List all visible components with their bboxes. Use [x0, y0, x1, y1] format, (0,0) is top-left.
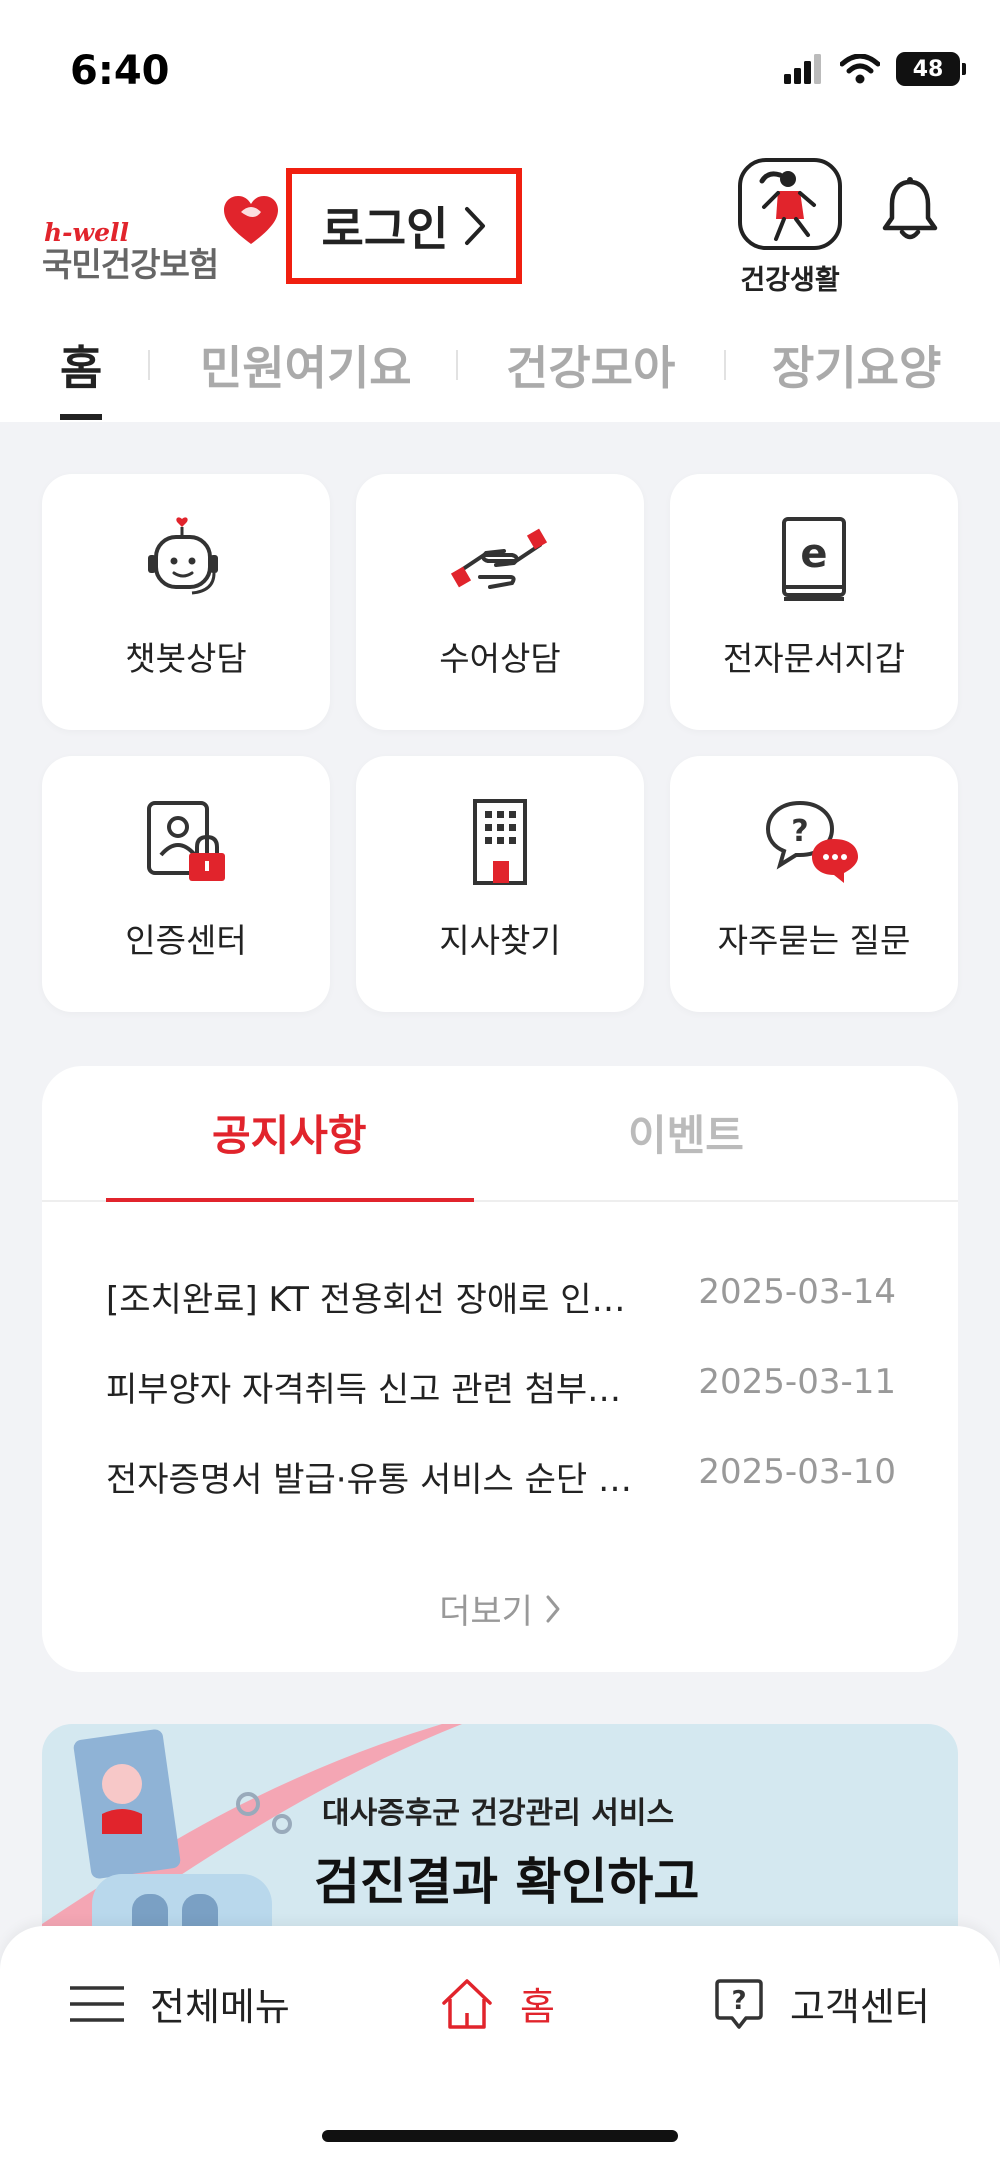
quick-menu-certificate-center[interactable]: 인증센터	[42, 756, 330, 1012]
signal-icon	[784, 54, 821, 84]
battery-icon: 48	[896, 52, 966, 86]
active-tab-indicator	[60, 414, 102, 420]
health-life-button[interactable]: 건강생활	[730, 158, 850, 308]
quick-menu-label: 수어상담	[439, 639, 561, 678]
home-indicator	[322, 2130, 678, 2142]
tab-divider	[724, 350, 726, 380]
nav-customer-center-label: 고객센터	[790, 1985, 930, 2029]
app-header: h-well 국민건강보험 로그인 건강생활 홈 민원여기요 건강모아 장기요양	[0, 140, 1000, 422]
nav-customer-center[interactable]: ? 고객센터	[714, 1976, 930, 2031]
chevron-right-icon	[546, 1595, 560, 1622]
quick-menu-label: 지사찾기	[439, 921, 561, 960]
chatbot-icon	[136, 510, 236, 610]
nav-all-menu-label: 전체메뉴	[150, 1985, 290, 2029]
runner-icon	[738, 158, 842, 250]
notice-title: 전자증명서 발급·유통 서비스 순단 …	[106, 1460, 632, 1500]
home-icon	[442, 1978, 492, 2029]
quick-menu-sign-language[interactable]: 수어상담	[356, 474, 644, 730]
quick-menu-find-branch[interactable]: 지사찾기	[356, 756, 644, 1012]
notice-row[interactable]: [조치완료] KT 전용회선 장애로 인… 2025-03-14	[106, 1272, 896, 1322]
notice-title: [조치완료] KT 전용회선 장애로 인…	[106, 1280, 626, 1320]
certificate-lock-icon	[136, 792, 236, 892]
tab-divider	[148, 350, 150, 380]
tab-health-moa[interactable]: 건강모아	[506, 332, 675, 398]
more-label: 더보기	[439, 1592, 533, 1632]
sign-language-icon	[450, 510, 550, 610]
quick-menu-e-document-wallet[interactable]: e 전자문서지갑	[670, 474, 958, 730]
notice-row[interactable]: 전자증명서 발급·유통 서비스 순단 … 2025-03-10	[106, 1452, 896, 1502]
chevron-right-icon	[465, 207, 486, 245]
notice-date: 2025-03-11	[698, 1362, 896, 1402]
nav-home-label: 홈	[520, 1985, 555, 2029]
logo-name-text: 국민건강보험	[42, 245, 219, 284]
notice-active-tab-indicator	[106, 1198, 474, 1202]
tab-long-term-care[interactable]: 장기요양	[772, 332, 941, 398]
login-label: 로그인	[321, 202, 449, 256]
status-bar: 6:40 48	[0, 0, 1000, 140]
notice-date: 2025-03-10	[698, 1452, 896, 1492]
notice-title: 피부양자 자격취득 신고 관련 첨부…	[106, 1370, 622, 1410]
svg-text:?: ?	[791, 814, 808, 849]
e-document-icon: e	[764, 510, 864, 610]
notice-date: 2025-03-14	[698, 1272, 896, 1312]
status-icons: 48	[784, 52, 966, 86]
more-button[interactable]: 더보기	[42, 1584, 958, 1633]
tab-home[interactable]: 홈	[60, 332, 102, 398]
quick-menu-chatbot[interactable]: 챗봇상담	[42, 474, 330, 730]
hamburger-menu-icon	[70, 1985, 124, 2022]
quick-menu-label: 자주묻는 질문	[717, 921, 911, 960]
health-life-label: 건강생활	[740, 265, 840, 296]
bell-icon[interactable]	[880, 176, 940, 242]
banner-subtitle: 대사증후군 건강관리 서비스	[322, 1796, 675, 1831]
tab-divider	[456, 350, 458, 380]
status-time: 6:40	[70, 48, 170, 94]
nav-home[interactable]: 홈	[440, 1976, 555, 2031]
quick-menu-label: 인증센터	[125, 921, 247, 960]
nav-all-menu[interactable]: 전체메뉴	[70, 1976, 290, 2031]
svg-text:e: e	[800, 531, 827, 577]
main-tabs: 홈 민원여기요 건강모아 장기요양	[0, 322, 1000, 422]
tab-events[interactable]: 이벤트	[628, 1102, 744, 1163]
quick-menu-label: 챗봇상담	[125, 639, 247, 678]
notice-panel: 공지사항 이벤트 [조치완료] KT 전용회선 장애로 인… 2025-03-1…	[42, 1066, 958, 1672]
notice-row[interactable]: 피부양자 자격취득 신고 관련 첨부… 2025-03-11	[106, 1362, 896, 1412]
battery-level: 48	[912, 56, 944, 82]
faq-icon: ?	[764, 792, 864, 892]
building-icon	[450, 792, 550, 892]
tab-civil-service[interactable]: 민원여기요	[200, 332, 412, 398]
quick-menu-faq[interactable]: ? 자주묻는 질문	[670, 756, 958, 1012]
heart-logo-icon	[224, 196, 278, 244]
svg-text:?: ?	[731, 1986, 746, 2016]
nhis-logo[interactable]: h-well 국민건강보험	[40, 166, 280, 284]
help-icon: ?	[715, 1978, 763, 2029]
login-button[interactable]: 로그인	[286, 168, 522, 284]
banner-title: 검진결과 확인하고	[314, 1853, 700, 1911]
wifi-icon	[840, 54, 880, 84]
quick-menu-label: 전자문서지갑	[722, 639, 906, 678]
tab-notice[interactable]: 공지사항	[212, 1102, 367, 1163]
